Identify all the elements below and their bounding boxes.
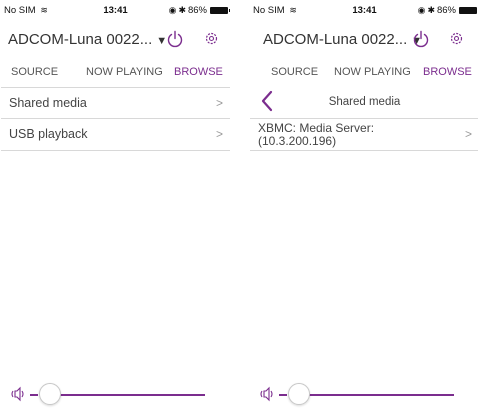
tab-bar: SOURCE NOW PLAYING BROWSE [250, 60, 478, 86]
device-selector[interactable]: ADCOM-Luna 0022... ▼ [263, 31, 422, 48]
chevron-right-icon: > [215, 96, 223, 110]
list-item-label: Shared media [9, 96, 87, 110]
power-icon[interactable] [166, 30, 184, 48]
battery-icon [210, 7, 230, 14]
header: ADCOM-Luna 0022... ▼ [250, 22, 478, 56]
status-bar: No SIM ≋ 13:41 ◉ ✱ 86% [1, 0, 230, 20]
volume-control [1, 380, 230, 408]
tab-source[interactable]: SOURCE [271, 66, 318, 78]
list-item[interactable]: XBMC: Media Server: (10.3.200.196) > [250, 119, 478, 150]
list-item-label: USB playback [9, 127, 88, 141]
navigation-bar: Shared media [250, 86, 478, 118]
bluetooth-icon: ✱ [427, 5, 435, 15]
battery-percent: 86% [187, 5, 207, 16]
alarm-icon: ◉ [168, 5, 177, 15]
device-name: ADCOM-Luna 0022... [263, 31, 408, 48]
device-selector[interactable]: ADCOM-Luna 0022... ▼ [8, 31, 167, 48]
speaker-icon[interactable] [258, 386, 276, 402]
list-item[interactable]: Shared media > [1, 88, 230, 118]
volume-control [250, 380, 478, 408]
chevron-right-icon: > [464, 127, 472, 141]
chevron-right-icon: > [215, 127, 223, 141]
bluetooth-icon: ✱ [178, 5, 186, 15]
tab-now-playing[interactable]: NOW PLAYING [334, 66, 411, 78]
alarm-icon: ◉ [417, 5, 426, 15]
speaker-icon[interactable] [9, 386, 27, 402]
volume-slider-knob[interactable] [288, 383, 310, 405]
gear-icon[interactable] [204, 31, 219, 46]
volume-track[interactable] [308, 394, 454, 396]
tab-bar: SOURCE NOW PLAYING BROWSE [1, 60, 230, 86]
server-address: (10.3.200.196) [258, 134, 337, 148]
page-title: Shared media [328, 96, 401, 108]
gear-icon[interactable] [449, 31, 464, 46]
divider [1, 150, 230, 151]
tab-browse[interactable]: BROWSE [423, 66, 472, 78]
list-item[interactable]: USB playback > [1, 119, 230, 150]
phone-screen-browse: No SIM ≋ 13:41 ◉ ✱ 86% ADCOM-Luna 0022..… [1, 0, 230, 412]
device-name: ADCOM-Luna 0022... [8, 31, 153, 48]
header: ADCOM-Luna 0022... ▼ [1, 22, 230, 56]
battery-icon [459, 7, 478, 14]
power-icon[interactable] [412, 30, 430, 48]
tab-source[interactable]: SOURCE [11, 66, 58, 78]
volume-track-filled [30, 394, 38, 396]
volume-slider-knob[interactable] [39, 383, 61, 405]
battery-percent: 86% [436, 5, 456, 16]
phone-screen-shared-media: No SIM ≋ 13:41 ◉ ✱ 86% ADCOM-Luna 0022..… [250, 0, 478, 412]
tab-browse[interactable]: BROWSE [174, 66, 223, 78]
status-bar: No SIM ≋ 13:41 ◉ ✱ 86% [250, 0, 478, 20]
volume-track[interactable] [59, 394, 205, 396]
tab-now-playing[interactable]: NOW PLAYING [86, 66, 163, 78]
server-name: XBMC: Media Server: [258, 121, 375, 135]
volume-track-filled [279, 394, 287, 396]
divider [250, 150, 478, 151]
